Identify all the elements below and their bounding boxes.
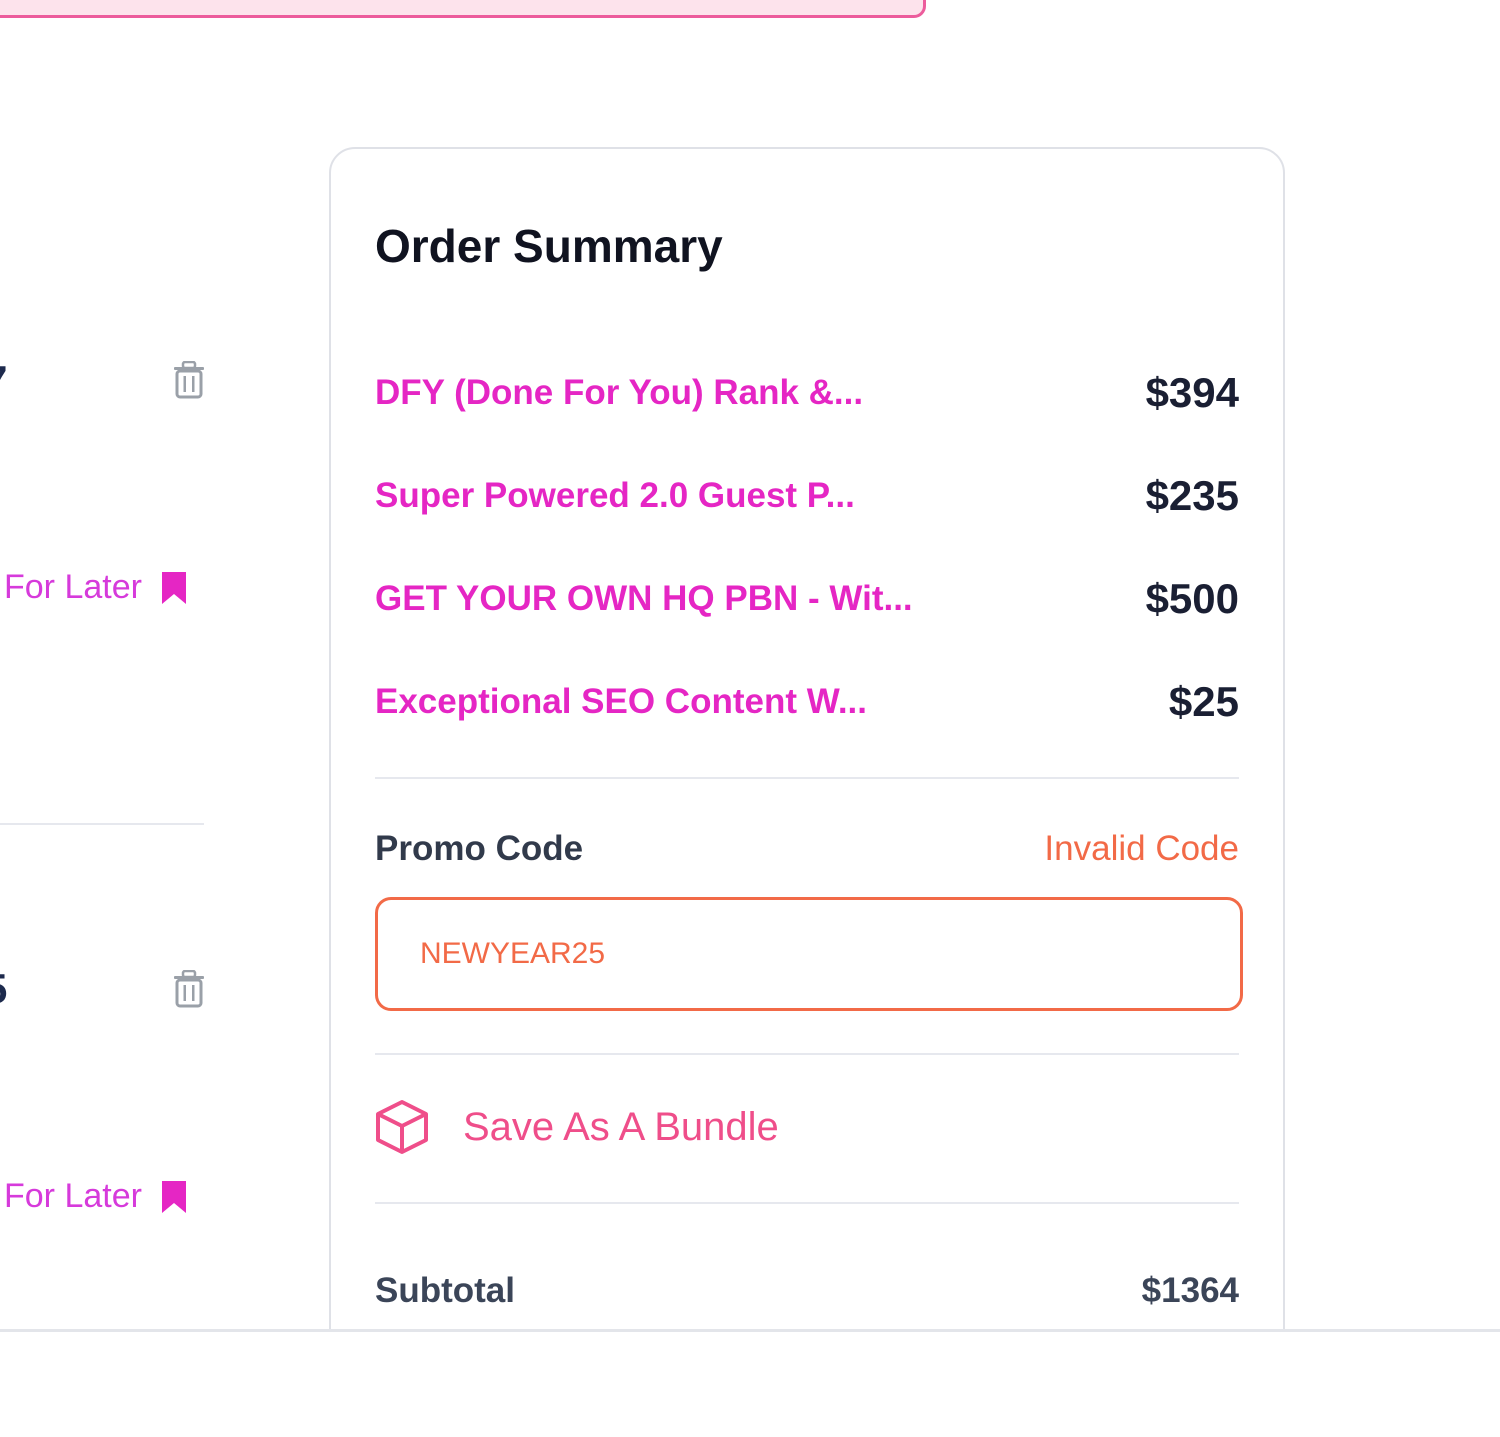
order-item-price: $500 <box>1145 575 1239 622</box>
trash-icon <box>174 361 204 399</box>
order-item-name-link[interactable]: GET YOUR OWN HQ PBN - Wit... <box>375 579 913 619</box>
section-divider <box>375 1202 1239 1204</box>
order-item-price: $25 <box>1168 678 1239 725</box>
subtotal-value: $1364 <box>1141 1271 1239 1310</box>
delete-item-button[interactable] <box>170 967 208 1011</box>
subtotal-label: Subtotal <box>375 1271 515 1310</box>
delete-item-button[interactable] <box>170 358 208 402</box>
save-for-later-label: For Later <box>4 568 142 606</box>
cart-items-column: 7 For Later 5 For Later <box>0 0 220 1330</box>
save-for-later-button[interactable]: For Later <box>4 1177 188 1216</box>
cart-item-price: 5 <box>0 968 12 1010</box>
save-for-later-button[interactable]: For Later <box>4 568 188 607</box>
order-summary-title: Order Summary <box>375 220 723 272</box>
order-item-price: $235 <box>1145 472 1239 519</box>
order-item: Super Powered 2.0 Guest P... $235 <box>375 470 1239 522</box>
section-divider <box>375 777 1239 779</box>
cart-item-price: 7 <box>0 360 12 402</box>
order-item-name-link[interactable]: Super Powered 2.0 Guest P... <box>375 476 855 516</box>
order-item-name-link[interactable]: DFY (Done For You) Rank &... <box>375 373 863 413</box>
order-summary-card: Order Summary DFY (Done For You) Rank &.… <box>329 147 1285 1367</box>
order-item: GET YOUR OWN HQ PBN - Wit... $500 <box>375 573 1239 625</box>
order-item-price: $394 <box>1145 369 1239 416</box>
save-as-bundle-label: Save As A Bundle <box>463 1104 779 1149</box>
promo-code-error: Invalid Code <box>1044 829 1239 868</box>
order-items-list: DFY (Done For You) Rank &... $394 Super … <box>375 367 1239 779</box>
save-for-later-label: For Later <box>4 1177 142 1215</box>
bottom-bar <box>0 1329 1500 1437</box>
box-icon <box>376 1100 428 1154</box>
order-item-name-link[interactable]: Exceptional SEO Content W... <box>375 682 867 722</box>
trash-icon <box>174 970 204 1008</box>
section-divider <box>375 1053 1239 1055</box>
promo-code-label: Promo Code <box>375 829 584 868</box>
bookmark-icon <box>161 571 186 604</box>
order-item: DFY (Done For You) Rank &... $394 <box>375 367 1239 419</box>
order-item: Exceptional SEO Content W... $25 <box>375 676 1239 728</box>
bookmark-icon <box>161 1180 186 1213</box>
save-as-bundle-button[interactable]: Save As A Bundle <box>375 1099 779 1155</box>
cart-item-divider <box>0 823 204 825</box>
promo-code-input[interactable] <box>375 897 1243 1011</box>
